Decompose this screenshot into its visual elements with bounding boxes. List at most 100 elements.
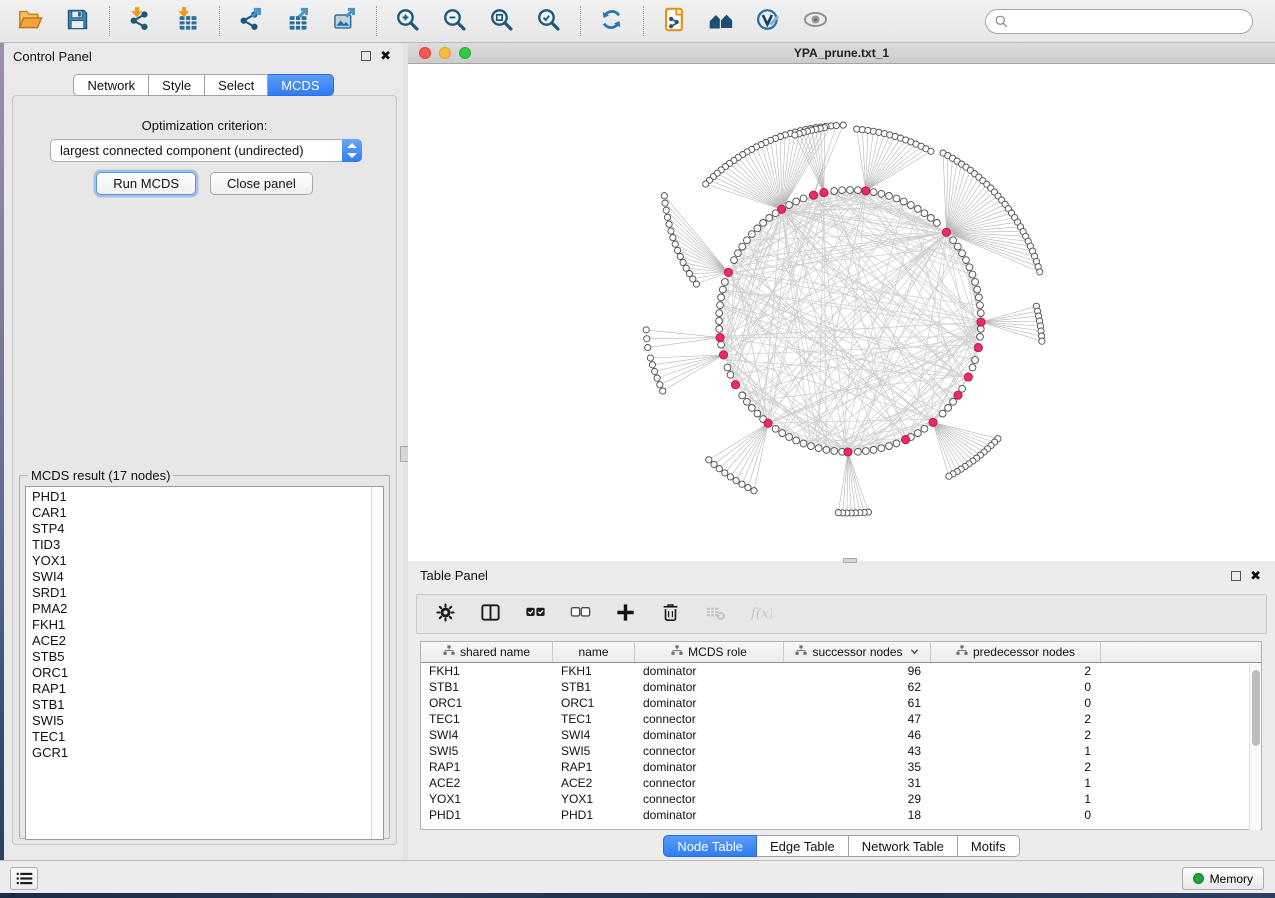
close-panel-button[interactable]: Close panel xyxy=(210,172,313,195)
table-row[interactable]: TEC1TEC1connector472 xyxy=(421,711,1261,727)
vizmapper-button[interactable] xyxy=(751,4,785,38)
table-cell: 18 xyxy=(784,807,931,823)
table-cell: STB1 xyxy=(553,679,635,695)
delete-table-button xyxy=(698,598,732,630)
table-row[interactable]: STB1STB1dominator620 xyxy=(421,679,1261,695)
tab-motifs[interactable]: Motifs xyxy=(958,835,1020,857)
mcds-list-scrollbar[interactable] xyxy=(371,487,383,839)
tab-network[interactable]: Network xyxy=(73,74,149,96)
close-table-panel-icon[interactable]: ✖ xyxy=(1250,571,1261,581)
column-header-shared-name[interactable]: shared name xyxy=(421,642,553,662)
node-table[interactable]: shared namenameMCDS rolesuccessor nodes p… xyxy=(420,641,1262,830)
network-view-canvas[interactable] xyxy=(408,64,1275,561)
tab-network-table[interactable]: Network Table xyxy=(849,835,958,857)
tab-node-table[interactable]: Node Table xyxy=(663,835,757,857)
mcds-result-item[interactable]: SWI5 xyxy=(32,713,383,729)
mcds-result-item[interactable]: SWI4 xyxy=(32,569,383,585)
table-cell: dominator xyxy=(635,807,784,823)
export-network-icon xyxy=(237,6,264,36)
table-cell: dominator xyxy=(635,679,784,695)
optimization-criterion-dropdown[interactable]: largest connected component (undirected) xyxy=(50,139,362,162)
refresh-layout-button[interactable] xyxy=(594,4,628,38)
delete-table-icon xyxy=(704,601,727,627)
mcds-result-item[interactable]: CAR1 xyxy=(32,505,383,521)
table-panel-tabs: Node TableEdge TableNetwork TableMotifs xyxy=(408,835,1275,857)
zoom-selected-button[interactable] xyxy=(531,4,565,38)
gear-button[interactable] xyxy=(428,598,462,630)
export-table-button[interactable] xyxy=(280,4,314,38)
network-graph[interactable] xyxy=(408,64,1275,561)
memory-button[interactable]: Memory xyxy=(1182,867,1264,890)
float-table-panel-icon[interactable] xyxy=(1231,571,1241,581)
mcds-result-item[interactable]: GCR1 xyxy=(32,745,383,761)
share-document-button[interactable] xyxy=(657,4,691,38)
mcds-result-item[interactable]: TID3 xyxy=(32,537,383,553)
table-cell: connector xyxy=(635,711,784,727)
columns-button[interactable] xyxy=(473,598,507,630)
mcds-result-item[interactable]: PHD1 xyxy=(32,489,383,505)
mcds-result-list[interactable]: PHD1CAR1STP4TID3YOX1SWI4SRD1PMA2FKH1ACE2… xyxy=(25,486,384,840)
table-row[interactable]: FKH1FKH1dominator962 xyxy=(421,663,1261,679)
table-row[interactable]: ACE2ACE2connector311 xyxy=(421,775,1261,791)
control-panel-title: Control Panel xyxy=(13,49,92,64)
show-panels-list-button[interactable] xyxy=(10,867,38,890)
tab-edge-table[interactable]: Edge Table xyxy=(757,835,849,857)
run-mcds-button[interactable]: Run MCDS xyxy=(96,172,196,195)
table-row[interactable]: SWI5SWI5connector431 xyxy=(421,743,1261,759)
search-input[interactable] xyxy=(985,9,1253,34)
table-cell: 1 xyxy=(931,791,1101,807)
tab-mcds[interactable]: MCDS xyxy=(268,74,333,96)
float-window-icon[interactable] xyxy=(361,51,371,61)
table-cell: SWI4 xyxy=(553,727,635,743)
export-network-button[interactable] xyxy=(233,4,267,38)
mcds-result-item[interactable]: PMA2 xyxy=(32,601,383,617)
table-scrollbar-thumb[interactable] xyxy=(1252,670,1260,746)
shared-column-icon xyxy=(671,645,683,659)
network-window-titlebar[interactable]: YPA_prune.txt_1 xyxy=(408,43,1275,64)
table-row[interactable]: RAP1RAP1dominator352 xyxy=(421,759,1261,775)
mcds-result-item[interactable]: STB5 xyxy=(32,649,383,665)
home-networks-button[interactable] xyxy=(704,4,738,38)
mcds-result-item[interactable]: ORC1 xyxy=(32,665,383,681)
table-row[interactable]: ORC1ORC1dominator610 xyxy=(421,695,1261,711)
zoom-out-button[interactable] xyxy=(437,4,471,38)
deselect-all-checks-button[interactable] xyxy=(563,598,597,630)
column-header-successor-nodes[interactable]: successor nodes xyxy=(784,642,931,662)
tab-style[interactable]: Style xyxy=(149,74,205,96)
column-label: predecessor nodes xyxy=(973,645,1075,659)
export-image-button[interactable] xyxy=(327,4,361,38)
trash-button[interactable] xyxy=(653,598,687,630)
table-row[interactable]: PHD1PHD1dominator180 xyxy=(421,807,1261,823)
import-table-button[interactable] xyxy=(170,4,204,38)
table-row[interactable]: YOX1YOX1connector291 xyxy=(421,791,1261,807)
deselect-all-checks-icon xyxy=(569,601,592,627)
mcds-result-item[interactable]: TEC1 xyxy=(32,729,383,745)
table-cell: 62 xyxy=(784,679,931,695)
save-button[interactable] xyxy=(60,4,94,38)
import-network-button[interactable] xyxy=(123,4,157,38)
mcds-result-item[interactable]: STP4 xyxy=(32,521,383,537)
mcds-result-item[interactable]: SRD1 xyxy=(32,585,383,601)
table-scrollbar[interactable] xyxy=(1249,664,1260,830)
column-header-filler xyxy=(1101,642,1251,662)
mcds-result-item[interactable]: RAP1 xyxy=(32,681,383,697)
column-header-predecessor-nodes[interactable]: predecessor nodes xyxy=(931,642,1101,662)
zoom-in-button[interactable] xyxy=(390,4,424,38)
column-header-MCDS-role[interactable]: MCDS role xyxy=(635,642,784,662)
mcds-result-item[interactable]: FKH1 xyxy=(32,617,383,633)
mcds-result-item[interactable]: ACE2 xyxy=(32,633,383,649)
select-all-checks-button[interactable] xyxy=(518,598,552,630)
show-graphics-details-button[interactable] xyxy=(798,4,832,38)
add-column-button[interactable] xyxy=(608,598,642,630)
tab-select[interactable]: Select xyxy=(205,74,268,96)
mcds-result-group-title: MCDS result (17 nodes) xyxy=(28,468,173,483)
mcds-result-item[interactable]: YOX1 xyxy=(32,553,383,569)
table-cell: 43 xyxy=(784,743,931,759)
list-menu-icon xyxy=(16,871,33,886)
table-row[interactable]: SWI4SWI4dominator462 xyxy=(421,727,1261,743)
mcds-result-item[interactable]: STB1 xyxy=(32,697,383,713)
zoom-fit-button[interactable] xyxy=(484,4,518,38)
column-header-name[interactable]: name xyxy=(553,642,635,662)
close-panel-icon[interactable]: ✖ xyxy=(380,51,391,61)
open-folder-button[interactable] xyxy=(13,4,47,38)
